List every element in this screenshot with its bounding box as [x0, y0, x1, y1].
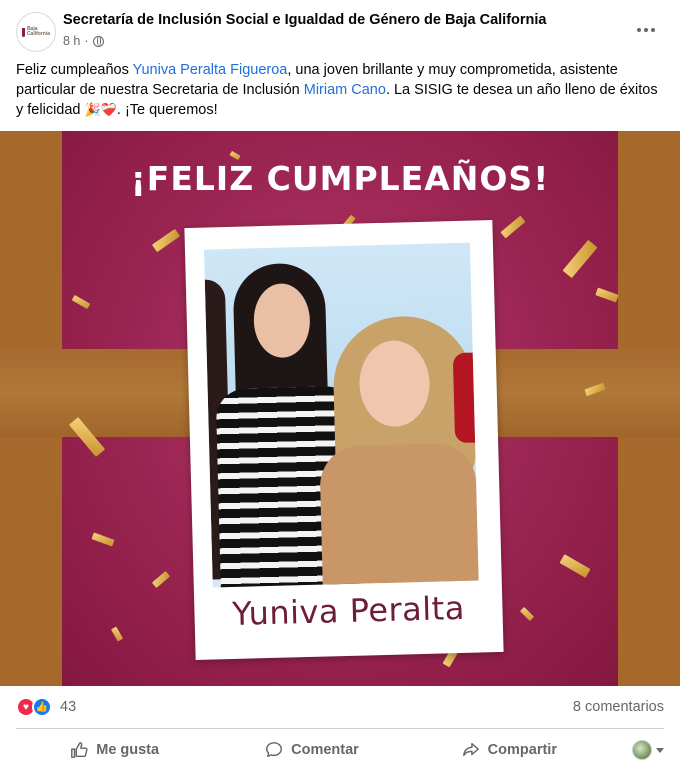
- page-avatar[interactable]: Baja California: [16, 12, 56, 52]
- person-woman-jacket: [319, 442, 479, 588]
- portrait-photo: [203, 242, 479, 588]
- comment-bubble-icon: [266, 742, 283, 758]
- like-button[interactable]: Me gusta: [16, 732, 213, 768]
- post-actions: Me gusta Comentar Compartir: [16, 732, 664, 768]
- meta-separator: ·: [84, 34, 89, 48]
- polaroid-name-label: Yuniva Peralta: [231, 588, 466, 633]
- divider: [16, 728, 664, 729]
- mention-link[interactable]: Miriam Cano: [304, 82, 386, 98]
- dot-icon: [651, 28, 655, 32]
- reaction-icons: ♥ 👍: [16, 697, 54, 717]
- post-header: Baja California Secretaría de Inclusión …: [0, 0, 680, 58]
- post-text: Feliz cumpleaños Yuniva Peralta Figueroa…: [16, 60, 664, 120]
- facebook-post: Baja California Secretaría de Inclusión …: [0, 0, 680, 772]
- post-text-part: Feliz cumpleaños: [16, 62, 133, 78]
- post-image[interactable]: ¡FELIZ CUMPLEAÑOS! Yuniva Peralta: [0, 131, 680, 686]
- emoji: 🎉❤️‍🩹: [84, 102, 117, 117]
- globe-icon: [92, 35, 104, 47]
- baja-california-logo: Baja California: [22, 25, 50, 39]
- comment-label: Comentar: [291, 742, 359, 758]
- page-name-link[interactable]: Secretaría de Inclusión Social e Igualda…: [63, 12, 546, 28]
- profile-avatar: [631, 740, 652, 760]
- reactions-summary[interactable]: ♥ 👍 43: [16, 697, 76, 717]
- comments-count-link[interactable]: 8 comentarios: [573, 699, 664, 715]
- react-as-selector[interactable]: [608, 732, 664, 768]
- reaction-count: 43: [60, 699, 77, 715]
- caret-down-icon: [655, 747, 664, 753]
- post-text-part: . ¡Te queremos!: [116, 102, 218, 118]
- like-label: Me gusta: [96, 742, 160, 758]
- more-options-button[interactable]: [628, 18, 664, 42]
- dot-icon: [644, 28, 648, 32]
- logo-text: Baja California: [26, 26, 50, 37]
- thumbs-up-icon: [71, 742, 88, 758]
- mention-link[interactable]: Yuniva Peralta Figueroa: [133, 62, 288, 78]
- polaroid-frame: Yuniva Peralta: [184, 220, 504, 660]
- post-meta: 8 h ·: [63, 34, 104, 48]
- dot-icon: [637, 28, 641, 32]
- birthday-title: ¡FELIZ CUMPLEAÑOS!: [130, 159, 550, 198]
- share-button[interactable]: Compartir: [411, 732, 608, 768]
- shield-icon: [22, 27, 25, 37]
- comment-button[interactable]: Comentar: [213, 732, 410, 768]
- like-icon: 👍: [32, 697, 52, 717]
- post-time[interactable]: 8 h: [63, 34, 80, 48]
- cropped-person-right: [452, 352, 476, 444]
- share-arrow-icon: [462, 742, 479, 757]
- share-label: Compartir: [487, 742, 557, 758]
